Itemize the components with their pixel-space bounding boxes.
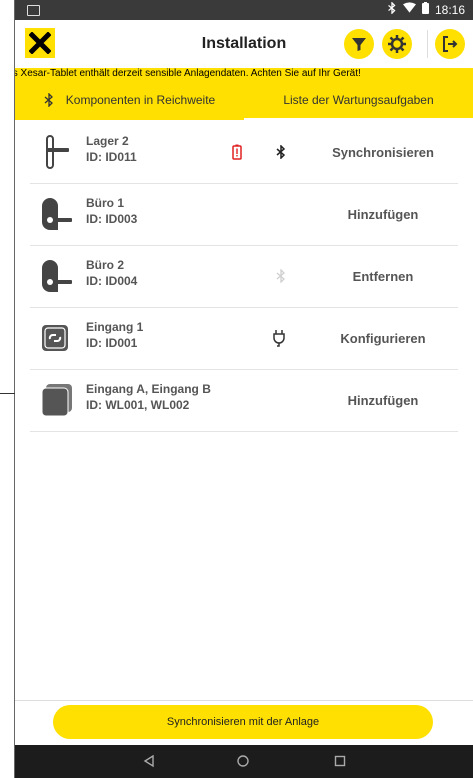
bluetooth-icon xyxy=(387,1,397,18)
bottom-divider xyxy=(15,700,473,701)
tab-label: Liste der Wartungsaufgaben xyxy=(283,93,434,107)
app-bar-divider xyxy=(427,30,428,58)
back-icon[interactable] xyxy=(142,754,156,768)
list-item[interactable]: Büro 1 ID: ID003 Hinzufügen xyxy=(30,184,458,246)
bluetooth-icon xyxy=(44,93,53,107)
tab-components-in-range[interactable]: Komponenten in Reichweite xyxy=(15,80,244,120)
component-id: ID: ID001 xyxy=(86,336,138,350)
component-id: ID: ID003 xyxy=(86,212,138,226)
synchronize-button[interactable]: Synchronisieren xyxy=(308,145,458,160)
app-bar: Installation xyxy=(15,20,473,69)
remove-button[interactable]: Entfernen xyxy=(308,269,458,284)
component-name: Eingang A, Eingang B xyxy=(86,382,211,396)
power-plug-icon xyxy=(270,329,288,347)
logout-icon xyxy=(443,36,458,52)
bluetooth-icon xyxy=(272,143,290,161)
wifi-icon xyxy=(402,2,416,18)
home-icon[interactable] xyxy=(236,754,250,768)
escutcheon-lock-icon xyxy=(42,198,72,230)
battery-warning-icon xyxy=(228,143,246,161)
component-name: Büro 1 xyxy=(86,196,125,210)
battery-icon xyxy=(421,2,429,18)
escutcheon-lock-icon xyxy=(42,260,72,292)
tab-bar: Komponenten in Reichweite Liste der Wart… xyxy=(15,80,473,120)
settings-button[interactable] xyxy=(382,29,412,59)
component-name: Büro 2 xyxy=(86,258,125,272)
wall-reader-pair-icon xyxy=(41,384,72,417)
component-id: ID: WL001, WL002 xyxy=(86,398,190,412)
warning-text: Das Xesar-Tablet enthält derzeit sensibl… xyxy=(15,68,361,79)
filter-icon xyxy=(352,38,366,51)
clock: 18:16 xyxy=(434,3,465,17)
add-button[interactable]: Hinzufügen xyxy=(308,393,458,408)
list-item[interactable]: Lager 2 ID: ID011 Synchronisieren xyxy=(30,122,458,184)
component-id: ID: ID011 xyxy=(86,150,137,164)
settings-gear-icon xyxy=(388,35,406,53)
door-handle-icon xyxy=(46,135,69,169)
online-wall-reader-icon xyxy=(42,325,68,351)
component-name: Eingang 1 xyxy=(86,320,144,334)
tab-maintenance-tasks[interactable]: Liste der Wartungsaufgaben xyxy=(244,80,473,120)
notification-icon xyxy=(27,5,40,16)
component-id: ID: ID004 xyxy=(86,274,138,288)
filter-button[interactable] xyxy=(344,29,374,59)
logout-button[interactable] xyxy=(435,29,465,59)
synchronize-with-system-button[interactable]: Synchronisieren mit der Anlage xyxy=(53,705,433,739)
recents-icon[interactable] xyxy=(333,754,347,768)
add-button[interactable]: Hinzufügen xyxy=(308,207,458,222)
list-item[interactable]: Büro 2 ID: ID004 Entfernen xyxy=(30,246,458,308)
tablet-screen: 18:16 Installation Das Xesar-Tablet enth… xyxy=(15,0,473,778)
component-name: Lager 2 xyxy=(86,134,129,148)
status-bar: 18:16 xyxy=(15,0,473,20)
bluetooth-faded-icon xyxy=(272,267,290,285)
configure-button[interactable]: Konfigurieren xyxy=(308,331,458,346)
android-nav-bar xyxy=(15,745,473,778)
list-item[interactable]: Eingang 1 ID: ID001 Konfigurieren xyxy=(30,308,458,370)
security-warning-banner: Das Xesar-Tablet enthält derzeit sensibl… xyxy=(15,68,473,80)
maintenance-task-list: Lager 2 ID: ID011 Synchronisieren Büro 1… xyxy=(30,122,458,432)
list-item[interactable]: Eingang A, Eingang B ID: WL001, WL002 Hi… xyxy=(30,370,458,432)
tab-label: Komponenten in Reichweite xyxy=(65,93,216,107)
